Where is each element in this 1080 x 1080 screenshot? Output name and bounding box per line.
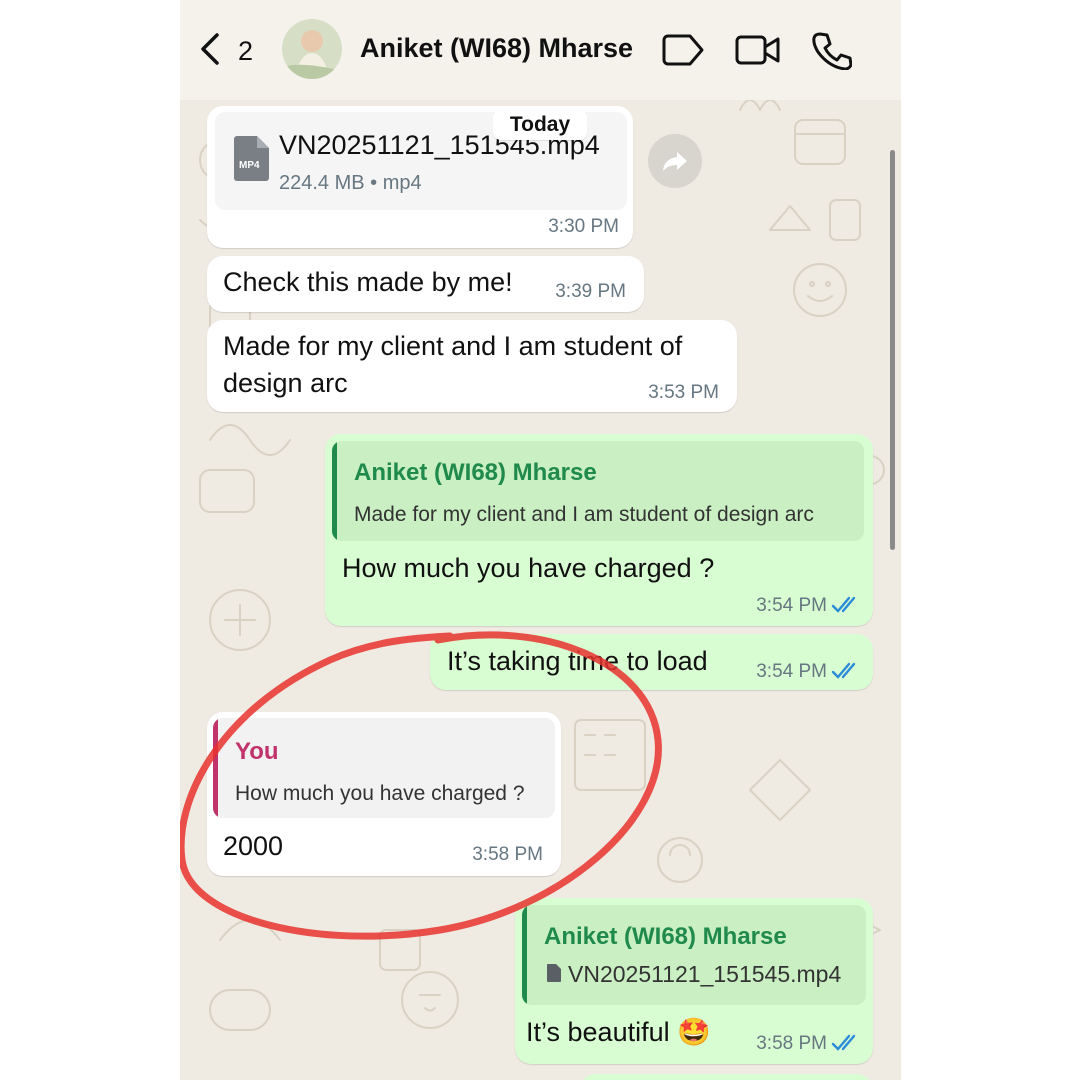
chat-screen: 2 Aniket (WI68) Mharse MP4 VN20251121_15… (180, 0, 901, 1080)
quote-text: VN20251121_151545.mp4 (568, 961, 842, 987)
avatar[interactable] (282, 19, 342, 79)
unread-count: 2 (238, 36, 254, 66)
scrollbar[interactable] (890, 150, 895, 550)
back-button[interactable]: 2 (198, 28, 253, 72)
message-outgoing-reply[interactable]: Aniket (WI68) Mharse Made for my client … (325, 434, 873, 626)
message-text: It’s beautiful 🤩 (526, 1017, 711, 1047)
quote-accent-bar (332, 441, 337, 541)
message-incoming[interactable]: Made for my client and I am student of d… (207, 320, 737, 412)
quote-author: Aniket (WI68) Mharse (354, 459, 597, 486)
contact-name[interactable]: Aniket (WI68) Mharse (360, 33, 633, 64)
message-time: 3:53 PM (648, 382, 719, 403)
annotation-circle (180, 631, 662, 940)
message-time: 3:39 PM (555, 281, 626, 302)
message-text: How much you have charged ? (342, 553, 715, 583)
chevron-left-icon (201, 33, 219, 65)
message-outgoing-partial[interactable] (580, 1074, 873, 1080)
quote-text: Made for my client and I am student of d… (354, 503, 814, 526)
date-chip: Today (493, 110, 587, 140)
file-type-badge: MP4 (239, 160, 260, 171)
video-call-icon[interactable] (734, 32, 782, 68)
read-ticks-icon (831, 1034, 856, 1051)
chat-header: 2 Aniket (WI68) Mharse (180, 0, 901, 100)
label-tag-icon[interactable] (662, 32, 706, 68)
message-time: 3:30 PM (548, 216, 619, 237)
file-meta: 224.4 MB • mp4 (279, 172, 422, 194)
message-incoming[interactable]: Check this made by me! 3:39 PM (207, 256, 644, 312)
document-file-icon (234, 136, 269, 181)
message-text: Check this made by me! (223, 267, 513, 297)
quoted-message[interactable]: Aniket (WI68) Mharse Made for my client … (332, 441, 864, 541)
forward-button[interactable] (648, 134, 702, 188)
phone-call-icon[interactable] (812, 30, 852, 70)
message-time: 3:58 PM (756, 1033, 827, 1054)
document-file-icon (547, 964, 561, 982)
forward-arrow-icon (663, 152, 687, 171)
avatar-photo (282, 19, 342, 79)
